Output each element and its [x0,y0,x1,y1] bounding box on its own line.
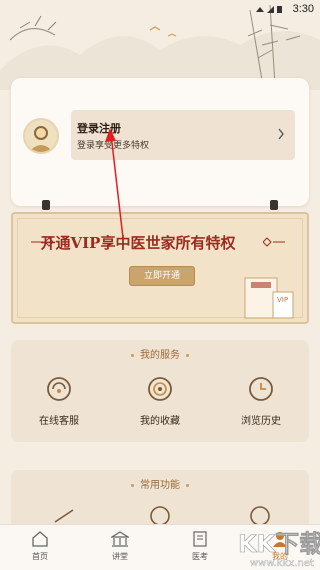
tab-exam[interactable]: 医考 [180,531,220,562]
home-icon [32,531,48,547]
vip-title: 开通VIP享中医世家所有特权 [40,234,236,252]
lecture-hall-icon [109,531,131,547]
tab-lecture[interactable]: 讲堂 [100,531,140,562]
status-bar: 3:30 [0,0,320,18]
service-browse-history[interactable]: 浏览历史 [231,376,291,427]
service-label: 浏览历史 [241,416,281,427]
watermark-url: www.kkx.net [250,558,314,569]
function-icon[interactable] [51,506,77,524]
hanging-peg [270,200,278,210]
login-title: 登录注册 [77,122,121,135]
service-label: 我的收藏 [140,416,180,427]
kk-download-watermark-icon: KK下载 www.kkx.net [238,530,320,569]
vip-banner[interactable]: 开通VIP享中医世家所有特权 立即开通 VIP [11,212,309,324]
headset-icon [47,377,71,401]
vip-book-illustration-icon: VIP [244,277,294,319]
service-online-support[interactable]: 在线客服 [29,376,89,427]
tab-label: 医考 [192,552,208,561]
hanging-peg [42,200,50,210]
default-avatar-icon [29,126,53,152]
services-title: 我的服务 [11,346,309,361]
vip-card-badge: VIP [277,296,288,304]
login-subtitle: 登录享受更多特权 [77,141,150,151]
watermark-text: KK下载 [238,530,320,558]
service-label: 在线客服 [39,416,79,427]
common-functions-title: 常用功能 [11,476,309,491]
open-vip-button[interactable]: 立即开通 [129,266,195,286]
login-register-row[interactable]: 登录注册 登录享受更多特权 [71,110,295,160]
ornament-right-icon [263,237,285,247]
tab-home[interactable]: 首页 [20,531,60,562]
tab-label: 首页 [32,552,48,561]
avatar[interactable] [23,118,59,154]
history-clock-icon [249,377,273,401]
favorite-icon [148,377,172,401]
service-my-favorites[interactable]: 我的收藏 [130,376,190,427]
exam-icon [193,531,207,547]
login-card: 登录注册 登录享受更多特权 [11,78,309,206]
function-icon[interactable] [147,504,173,524]
wifi-signal-battery-icon [256,6,282,13]
my-services-section: 我的服务 在线客服 我的收藏 浏览历史 [11,340,309,442]
tab-label: 讲堂 [112,552,128,561]
chevron-right-icon [278,128,284,140]
status-time: 3:30 [292,3,314,15]
